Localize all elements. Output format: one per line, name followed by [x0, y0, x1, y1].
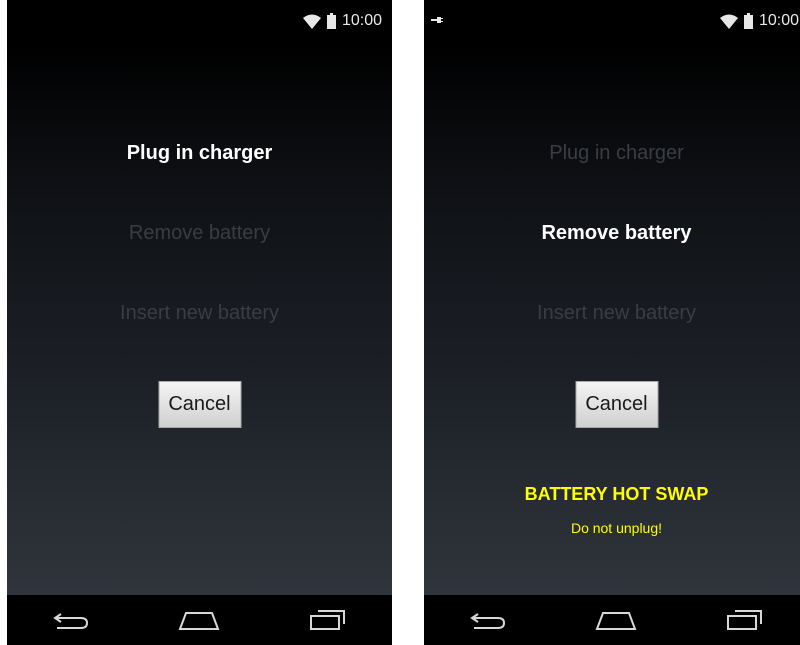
home-button[interactable]: [586, 600, 646, 640]
battery-icon: [743, 13, 753, 29]
back-icon: [470, 613, 506, 629]
step-insert-new-battery: Insert new battery: [120, 302, 279, 324]
step-plug-in-charger: Plug in charger: [126, 142, 273, 164]
recents-button[interactable]: [298, 600, 358, 640]
cancel-button[interactable]: Cancel: [575, 381, 658, 428]
step-insert-new-battery: Insert new battery: [537, 302, 696, 324]
status-bar: 10:00: [7, 0, 392, 44]
warning-title: BATTERY HOT SWAP: [524, 484, 709, 504]
step-plug-in-charger: Plug in charger: [549, 142, 684, 164]
home-icon: [179, 612, 220, 630]
charging-plug-icon: [431, 17, 443, 23]
status-time: 10:00: [758, 12, 799, 29]
hotswap-screen: Plug in charger Remove battery Insert ne…: [7, 44, 392, 595]
phone-screen-step-2: 10:00 Plug in charger Remove battery Ins…: [424, 0, 800, 645]
recents-icon: [309, 610, 345, 630]
navigation-bar: [424, 595, 800, 645]
step-remove-battery: Remove battery: [541, 222, 692, 244]
cancel-button[interactable]: Cancel: [158, 381, 241, 428]
wifi-icon: [719, 14, 738, 29]
phone-screen-step-1: 10:00 Plug in charger Remove battery Ins…: [7, 0, 392, 645]
hotswap-screen: Plug in charger Remove battery Insert ne…: [424, 44, 800, 595]
home-button[interactable]: [169, 600, 229, 640]
battery-icon: [326, 13, 336, 29]
status-bar: 10:00: [424, 0, 800, 44]
wifi-icon: [302, 14, 321, 29]
back-button[interactable]: [458, 600, 518, 640]
home-icon: [596, 612, 637, 630]
recents-icon: [726, 610, 762, 630]
status-time: 10:00: [341, 12, 382, 29]
navigation-bar: [7, 595, 392, 645]
back-icon: [53, 613, 89, 629]
warning-subtitle: Do not unplug!: [570, 520, 663, 536]
step-remove-battery: Remove battery: [128, 222, 271, 244]
back-button[interactable]: [41, 600, 101, 640]
recents-button[interactable]: [715, 600, 775, 640]
